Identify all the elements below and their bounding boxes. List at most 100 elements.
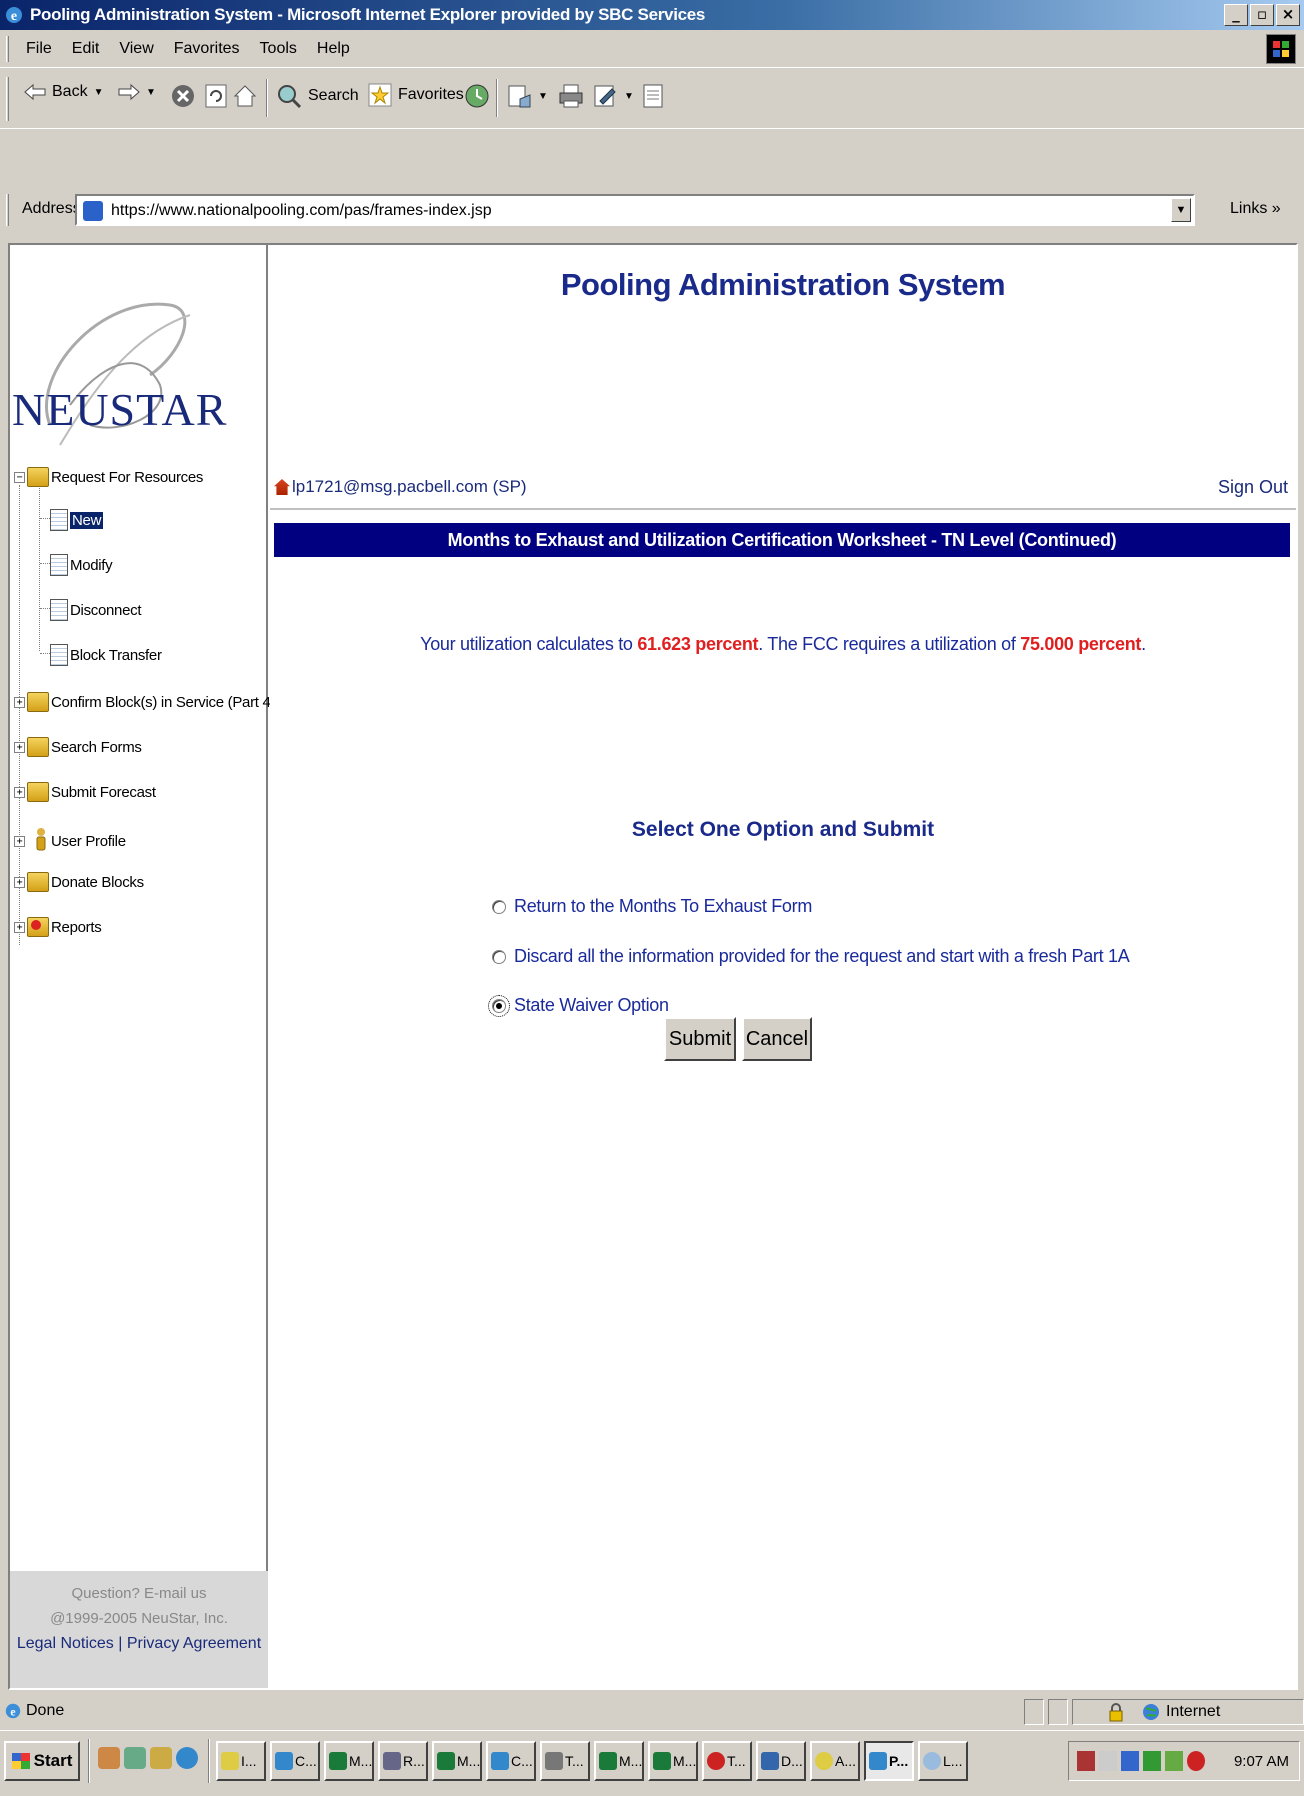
task-button[interactable]: L...: [918, 1741, 968, 1781]
history-button[interactable]: [464, 83, 490, 109]
folder-icon: [27, 467, 49, 487]
nav-label: Donate Blocks: [51, 873, 144, 891]
expand-icon[interactable]: +: [14, 696, 25, 708]
nav-request-for-resources[interactable]: − Request For Resources: [14, 467, 203, 487]
task-button[interactable]: A...: [810, 1741, 860, 1781]
start-button[interactable]: Start: [4, 1741, 80, 1781]
excel-icon: [329, 1752, 347, 1770]
home-icon[interactable]: [274, 479, 290, 495]
minimize-button[interactable]: _: [1224, 4, 1248, 26]
print-button[interactable]: [558, 83, 584, 109]
radio-discard[interactable]: [492, 949, 506, 964]
quicklaunch-ie-icon[interactable]: [176, 1747, 198, 1769]
network-icon[interactable]: [1143, 1751, 1161, 1771]
radio-return-mte[interactable]: [492, 899, 506, 914]
nav-disconnect[interactable]: Disconnect: [50, 599, 142, 621]
menu-view[interactable]: View: [119, 40, 153, 58]
address-input[interactable]: https://www.nationalpooling.com/pas/fram…: [75, 194, 1195, 226]
quicklaunch-app-icon[interactable]: [124, 1747, 146, 1769]
volume-icon[interactable]: [1099, 1751, 1117, 1771]
home-button[interactable]: [232, 83, 258, 109]
stop-button[interactable]: [170, 83, 196, 109]
task-button[interactable]: T...: [702, 1741, 752, 1781]
expand-icon[interactable]: +: [14, 835, 25, 847]
menu-help[interactable]: Help: [317, 40, 350, 58]
document-icon: [50, 509, 68, 531]
back-button[interactable]: Back ▼: [24, 83, 103, 101]
task-button[interactable]: M...: [432, 1741, 482, 1781]
refresh-button[interactable]: [204, 83, 228, 109]
nav-submit-forecast[interactable]: + Submit Forecast: [14, 782, 156, 802]
expand-icon[interactable]: +: [14, 921, 25, 933]
user-icon: [35, 827, 47, 855]
quicklaunch-outlook-icon[interactable]: [150, 1747, 172, 1769]
task-button[interactable]: D...: [756, 1741, 806, 1781]
menu-tools[interactable]: Tools: [260, 40, 297, 58]
nav-search-forms[interactable]: + Search Forms: [14, 737, 142, 757]
tray-o-icon[interactable]: [1187, 1751, 1205, 1771]
address-dropdown-button[interactable]: ▼: [1171, 198, 1191, 222]
option-state-waiver[interactable]: State Waiver Option: [488, 994, 669, 1017]
quicklaunch-desktop-icon[interactable]: [98, 1747, 120, 1769]
excel-icon: [653, 1752, 671, 1770]
option-return-mte[interactable]: Return to the Months To Exhaust Form: [492, 896, 812, 917]
folder-icon: [27, 872, 49, 892]
shield-icon[interactable]: [1121, 1751, 1139, 1771]
document-icon: [50, 644, 68, 666]
forward-button[interactable]: ▼: [118, 83, 156, 101]
collapse-icon[interactable]: −: [14, 471, 25, 483]
menu-bar: File Edit View Favorites Tools Help: [0, 30, 1304, 68]
nav-modify[interactable]: Modify: [50, 554, 113, 576]
menu-favorites[interactable]: Favorites: [174, 40, 240, 58]
nav-block-transfer[interactable]: Block Transfer: [50, 644, 162, 666]
menu-file[interactable]: File: [26, 40, 52, 58]
nav-donate-blocks[interactable]: + Donate Blocks: [14, 872, 144, 892]
sign-out-link[interactable]: Sign Out: [1218, 477, 1288, 498]
task-label: I...: [241, 1753, 257, 1769]
edit-button[interactable]: ▼: [592, 83, 634, 109]
submit-button[interactable]: Submit: [664, 1017, 736, 1061]
footer-separator: |: [118, 1635, 123, 1652]
legal-notices-link[interactable]: Legal Notices: [17, 1635, 114, 1652]
status-bar: e Done Internet: [0, 1697, 1304, 1727]
cancel-button[interactable]: Cancel: [742, 1017, 812, 1061]
maximize-button[interactable]: ▫: [1250, 4, 1274, 26]
task-label: D...: [781, 1753, 803, 1769]
check-icon[interactable]: [1165, 1751, 1183, 1771]
task-button-active[interactable]: P...: [864, 1741, 914, 1781]
util-post-text: .: [1141, 634, 1146, 654]
links-button[interactable]: Links »: [1230, 200, 1281, 218]
discuss-icon: [643, 84, 663, 108]
mail-button[interactable]: ▼: [506, 83, 548, 109]
standard-toolbar: Back ▼ ▼ Search Favorites ▼ ▼: [0, 69, 1304, 129]
task-button[interactable]: C...: [486, 1741, 536, 1781]
privacy-agreement-link[interactable]: Privacy Agreement: [127, 1635, 261, 1652]
tray-app-icon[interactable]: [1077, 1751, 1095, 1771]
task-button[interactable]: R...: [378, 1741, 428, 1781]
favorites-button[interactable]: Favorites: [368, 83, 464, 107]
task-button[interactable]: M...: [324, 1741, 374, 1781]
app-icon: [815, 1752, 833, 1770]
nav-reports[interactable]: + Reports: [14, 917, 102, 937]
radio-state-waiver[interactable]: [488, 994, 510, 1017]
menu-edit[interactable]: Edit: [72, 40, 100, 58]
ie-icon: [491, 1752, 509, 1770]
nav-confirm-blocks[interactable]: + Confirm Block(s) in Service (Part 4): [14, 692, 276, 712]
expand-icon[interactable]: +: [14, 786, 25, 798]
search-button[interactable]: Search: [276, 83, 359, 109]
option-discard[interactable]: Discard all the information provided for…: [492, 946, 1130, 967]
favorites-label: Favorites: [398, 86, 464, 103]
task-button[interactable]: M...: [594, 1741, 644, 1781]
close-button[interactable]: ×: [1276, 4, 1300, 26]
nav-user-profile[interactable]: + User Profile: [14, 827, 126, 855]
task-button[interactable]: T...: [540, 1741, 590, 1781]
expand-icon[interactable]: +: [14, 876, 25, 888]
task-button[interactable]: C...: [270, 1741, 320, 1781]
discuss-button[interactable]: [642, 83, 664, 109]
app-icon: [923, 1752, 941, 1770]
task-button[interactable]: I...: [216, 1741, 266, 1781]
nav-label: Block Transfer: [70, 646, 162, 664]
nav-new[interactable]: New: [50, 509, 104, 531]
expand-icon[interactable]: +: [14, 741, 25, 753]
task-button[interactable]: M...: [648, 1741, 698, 1781]
